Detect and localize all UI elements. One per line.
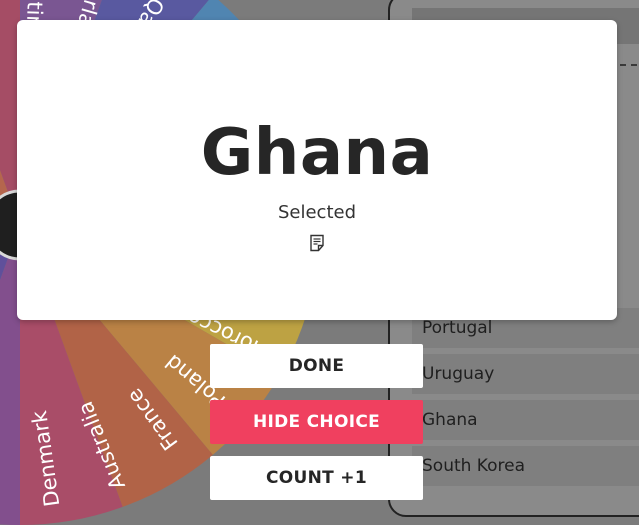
note-icon[interactable] (308, 234, 326, 252)
list-item-label: Uruguay (422, 364, 495, 384)
list-item[interactable]: Uruguay (412, 354, 639, 394)
done-button[interactable]: DONE (210, 344, 423, 388)
selected-choice-title: Ghana (200, 116, 434, 190)
list-item[interactable]: Ghana (412, 400, 639, 440)
choices-list: Portugal Uruguay Ghana South Korea (412, 308, 639, 492)
list-item[interactable]: South Korea (412, 446, 639, 486)
selected-label: Selected (277, 202, 357, 223)
count-increment-button[interactable]: COUNT +1 (210, 456, 423, 500)
selected-choice-dialog: Ghana Selected (17, 20, 617, 320)
list-item-label: Ghana (422, 410, 478, 430)
list-item-label: Portugal (422, 318, 493, 338)
list-item-label: South Korea (422, 456, 526, 476)
list-divider (620, 64, 639, 66)
hide-choice-button[interactable]: HIDE CHOICE (210, 400, 423, 444)
